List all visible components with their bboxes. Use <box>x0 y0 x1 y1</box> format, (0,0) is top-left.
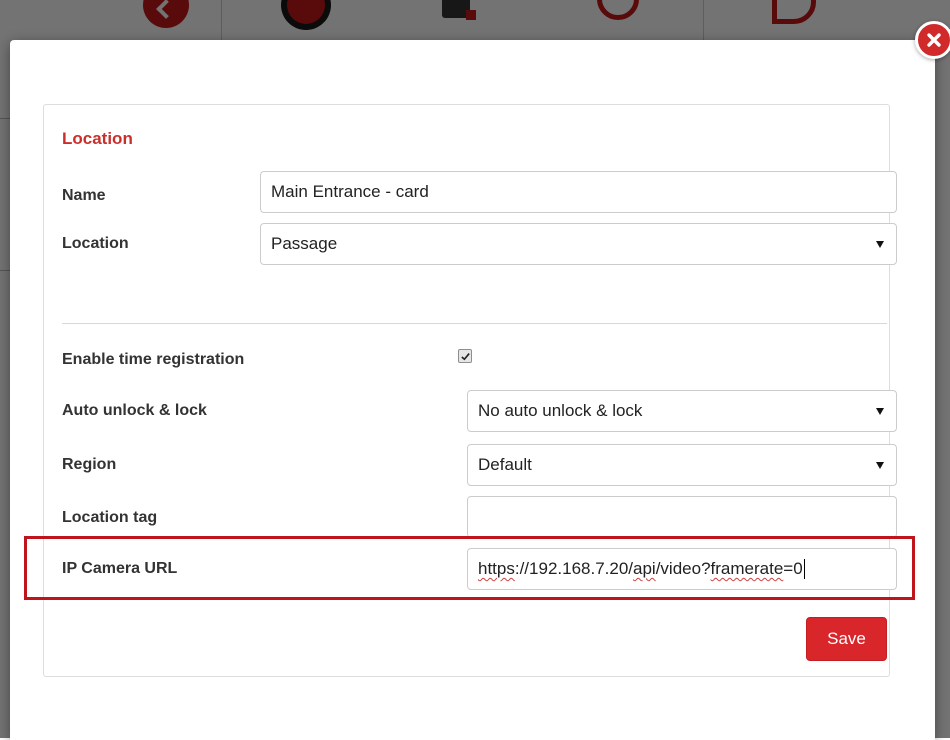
ip-camera-url-input[interactable]: https://192.168.7.20/api/video? framerate… <box>478 559 805 579</box>
location-settings-modal: Location Name Location Passage Enable ti… <box>10 40 935 740</box>
name-field[interactable] <box>260 171 897 213</box>
time-registration-checkbox[interactable] <box>458 349 472 363</box>
chevron-down-icon <box>876 407 884 415</box>
name-label: Name <box>62 187 106 204</box>
url-text-segment: =0 <box>783 559 803 578</box>
location-form-panel: Location Name Location Passage Enable ti… <box>43 104 897 677</box>
region-select-value: Default <box>478 455 532 474</box>
url-text-segment: https <box>478 559 515 578</box>
location-tag-field[interactable] <box>467 496 897 538</box>
auto-unlock-label: Auto unlock & lock <box>62 402 207 419</box>
location-tag-label: Location tag <box>62 509 158 526</box>
region-label: Region <box>62 456 117 473</box>
close-button[interactable] <box>915 21 950 59</box>
ip-camera-label: IP Camera URL <box>62 560 178 577</box>
location-select-value: Passage <box>271 234 338 253</box>
close-icon <box>927 33 941 47</box>
save-button[interactable]: Save <box>806 617 887 661</box>
section-title: Location <box>62 129 133 148</box>
time-registration-label: Enable time registration <box>62 351 245 368</box>
text-cursor <box>803 559 805 579</box>
location-label: Location <box>62 235 129 252</box>
auto-unlock-select-value: No auto unlock & lock <box>478 401 643 420</box>
location-tag-input[interactable] <box>478 507 886 527</box>
name-input[interactable] <box>271 182 886 202</box>
location-select[interactable]: Passage <box>260 223 897 265</box>
chevron-down-icon <box>876 240 884 248</box>
url-text-segment: /video? <box>655 559 711 578</box>
section-divider <box>62 323 887 324</box>
ip-camera-url-field[interactable]: https://192.168.7.20/api/video? framerate… <box>467 548 897 590</box>
url-text-segment: framerate <box>710 559 784 578</box>
chevron-down-icon <box>876 461 884 469</box>
auto-unlock-select[interactable]: No auto unlock & lock <box>467 390 897 432</box>
url-text-segment: api <box>633 559 656 578</box>
checkmark-icon <box>460 352 470 360</box>
url-text-segment: ://192.168.7.20/ <box>514 559 634 578</box>
region-select[interactable]: Default <box>467 444 897 486</box>
